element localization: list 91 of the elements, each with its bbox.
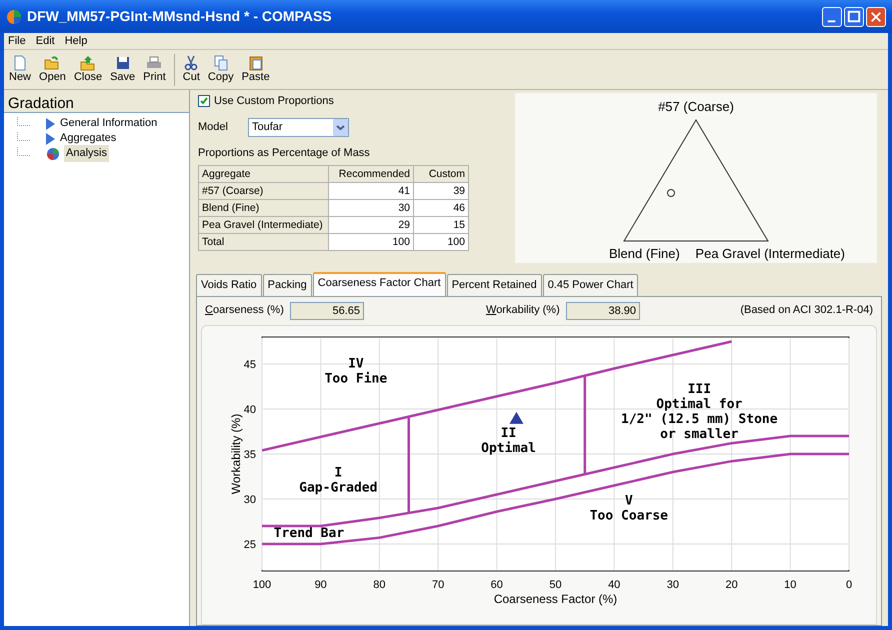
tick-label: 40: [608, 578, 620, 590]
triangle-icon: [45, 118, 55, 130]
axis-title: Coarseness Factor (%): [494, 592, 618, 606]
table-cell: 39: [414, 182, 468, 200]
tab[interactable]: Voids Ratio: [196, 274, 262, 296]
tick-label: 80: [373, 578, 386, 590]
folder-arrow-icon: [80, 55, 96, 72]
tick-label: 50: [549, 578, 562, 590]
tick-label: 10: [784, 578, 796, 590]
tab[interactable]: Percent Retained: [446, 274, 542, 296]
table-cell: Pea Gravel (Intermediate): [198, 216, 328, 234]
table-cell: Blend (Fine): [198, 200, 328, 216]
tick-label: 100: [252, 578, 272, 590]
tab[interactable]: Packing: [262, 274, 312, 296]
tick-label: 0: [846, 578, 852, 590]
table-caption: Proportions as Percentage of Mass: [198, 146, 371, 160]
pie-chart-icon: [45, 146, 61, 160]
tick-label: 90: [314, 578, 327, 590]
minimize-button[interactable]: [822, 6, 842, 26]
scissors-icon: [183, 55, 200, 72]
model-dropdown[interactable]: Toufar: [248, 118, 349, 136]
tick-label: 60: [490, 578, 503, 590]
field-label: Model: [198, 120, 229, 135]
close-button[interactable]: [866, 6, 886, 26]
data-point-marker: [509, 411, 524, 424]
table-cell: 30: [328, 200, 414, 216]
clipboard-icon: [248, 55, 264, 72]
table-cell: 41: [328, 182, 414, 200]
zone-label: Trend Bar: [274, 525, 344, 540]
column-header: Custom: [414, 166, 468, 182]
table-cell: #57 (Coarse): [198, 182, 328, 200]
copy-pages-icon: [212, 55, 229, 72]
toolbar-button[interactable]: Copy: [204, 55, 237, 84]
tree-line: [17, 117, 30, 126]
toolbar-button[interactable]: Print: [140, 55, 169, 84]
toolbar-button[interactable]: Paste: [238, 55, 273, 84]
open-folder-icon: [44, 55, 60, 72]
app-logo-icon: [6, 8, 22, 24]
tree-item[interactable]: Analysis: [64, 145, 109, 162]
toolbar-button[interactable]: Open: [36, 55, 69, 84]
note-text: (Based on ACI 302.1-R-04): [740, 303, 873, 318]
checkbox-label: Use Custom Proportions: [214, 94, 334, 109]
triangle-icon: [45, 132, 55, 144]
tree-item[interactable]: Aggregates: [58, 130, 118, 147]
window-title: DFW_MM57-PGInt-MMsnd-Hsnd * - COMPASS: [27, 7, 333, 26]
panel-title: Gradation: [7, 94, 75, 112]
maximize-button[interactable]: [844, 6, 864, 26]
tick-label: 45: [244, 358, 256, 370]
tree-item[interactable]: General Information: [58, 115, 160, 132]
table-cell: 15: [414, 216, 468, 234]
tab[interactable]: 0.45 Power Chart: [542, 274, 638, 296]
tick-label: 70: [432, 578, 444, 590]
zone-label: V Too Coarse: [590, 492, 668, 523]
zone-label: III Optimal for 1/2" (12.5 mm) Stone or smaller: [621, 381, 778, 442]
zone-label: I Gap-Graded: [299, 465, 378, 495]
toolbar-button[interactable]: New: [6, 55, 34, 84]
menu-item[interactable]: Edit: [36, 32, 55, 50]
caret-icon: [333, 118, 348, 136]
tick-label: 35: [244, 448, 256, 460]
column-header: Recommended: [328, 166, 414, 182]
tick-label: 40: [244, 404, 256, 416]
table-cell: 100: [328, 234, 414, 250]
readout-field: 56.65: [290, 302, 364, 320]
readout-field: 38.90: [566, 302, 640, 320]
tick-label: 20: [725, 578, 738, 590]
zone-label: II Optimal: [481, 425, 536, 456]
menu-item[interactable]: File: [8, 32, 26, 50]
toolbar-button[interactable]: Close: [70, 55, 106, 84]
axis-title: Workability (%): [229, 413, 243, 494]
table-cell: Total: [198, 234, 328, 250]
tick-label: 30: [244, 494, 256, 506]
field-label: Workability (%): [486, 303, 561, 318]
menu-item[interactable]: Help: [64, 32, 88, 50]
vertex-label: Blend (Fine): [609, 244, 680, 263]
new-file-icon: [12, 55, 28, 72]
tree-line: [17, 147, 30, 156]
field-label: Coarseness (%): [205, 303, 285, 318]
tick-label: 25: [244, 538, 256, 550]
tab[interactable]: Coarseness Factor Chart: [312, 272, 446, 296]
table-cell: 29: [328, 216, 414, 234]
table-cell: 100: [414, 234, 468, 250]
table-cell: 46: [414, 200, 468, 216]
tick-label: 30: [666, 578, 680, 590]
toolbar-button[interactable]: Save: [107, 55, 138, 84]
vertex-label: #57 (Coarse): [657, 98, 735, 116]
column-header: Aggregate: [198, 166, 328, 182]
checkbox[interactable]: [198, 95, 210, 108]
tree-line: [17, 132, 30, 141]
toolbar-button[interactable]: Cut: [180, 55, 203, 84]
vertex-label: Pea Gravel (Intermediate): [695, 244, 845, 263]
zone-label: IV Too Fine: [324, 356, 388, 386]
